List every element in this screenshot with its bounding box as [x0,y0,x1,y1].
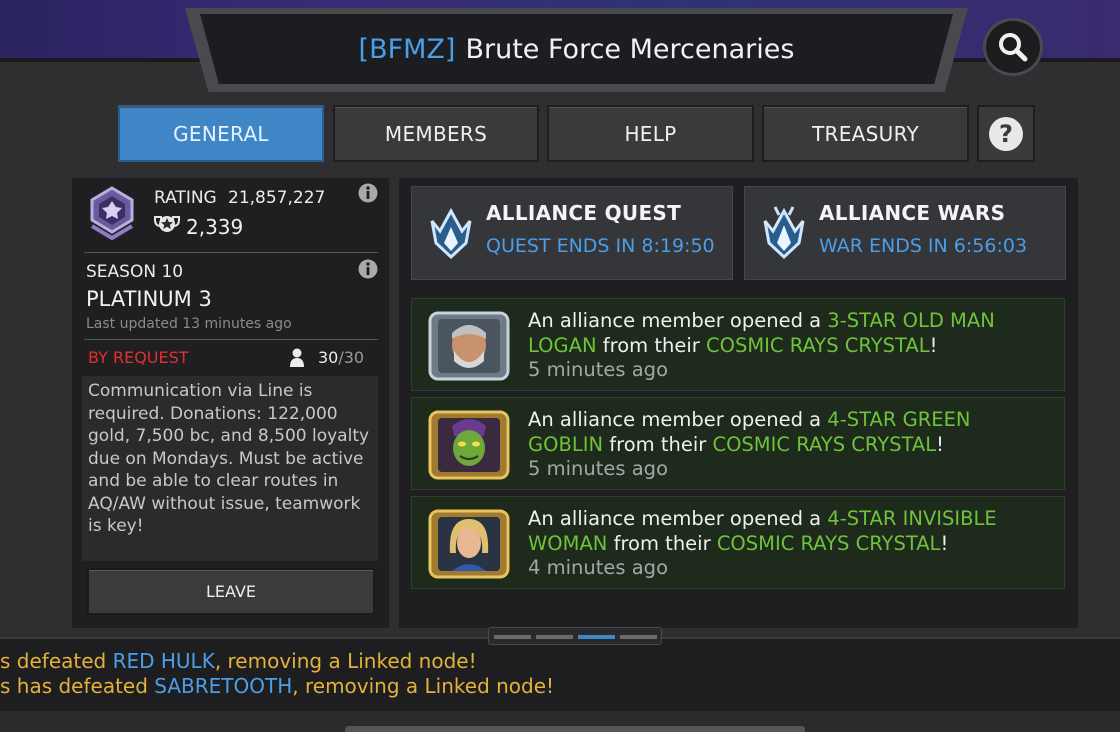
tier-label: PLATINUM 3 [86,287,212,311]
invisible-woman-portrait [428,509,510,579]
champion-name: SABRETOOTH [154,674,293,698]
join-mode-label: BY REQUEST [88,348,189,367]
feed-timestamp: 5 minutes ago [528,358,668,381]
tab-general[interactable]: GENERAL [118,105,324,162]
feed-timestamp: 5 minutes ago [528,457,668,480]
feed-message: An alliance member opened a 3-STAR OLD M… [528,309,995,381]
alliance-tag: [BFMZ] [358,33,456,65]
alliance-wars-icon [763,206,805,260]
page-indicator [488,627,662,645]
event-title: ALLIANCE QUEST [486,201,682,225]
feed-item[interactable]: An alliance member opened a 4-STAR GREEN… [411,397,1065,490]
feed-timestamp: 4 minutes ago [528,556,668,579]
champion-name: RED HULK [112,649,215,673]
leave-button[interactable]: LEAVE [87,568,375,615]
page-dot[interactable] [494,635,531,639]
alliance-description: Communication via Line is required. Dona… [82,376,378,561]
member-icon [290,348,304,367]
crystal-name: COSMIC RAYS CRYSTAL [716,531,941,555]
member-count: 30/30 [318,348,365,367]
trophy-value: 2,339 [186,215,244,239]
feed-message: An alliance member opened a 4-STAR GREEN… [528,408,971,480]
ticker-message: s has defeated SABRETOOTH, removing a Li… [0,674,555,698]
alliance-name: Brute Force Mercenaries [465,33,795,65]
tab-help[interactable]: HELP [547,105,754,162]
question-mark-icon: ? [989,116,1023,151]
crystal-name: COSMIC RAYS CRYSTAL [705,333,930,357]
trophy-star-icon [154,216,180,232]
page-dot[interactable] [620,635,657,639]
feed-item[interactable]: An alliance member opened a 3-STAR OLD M… [411,298,1065,391]
green-goblin-portrait [428,410,510,480]
alliance-wars-card[interactable]: ALLIANCE WARS WAR ENDS IN 6:56:03 [744,186,1066,280]
tab-members[interactable]: MEMBERS [333,105,539,162]
bottom-drawer-handle[interactable] [345,726,805,732]
season-divider [84,339,378,340]
season-label: SEASON 10 [86,262,184,282]
event-timer: QUEST ENDS IN 8:19:50 [486,235,715,257]
feed-item[interactable]: An alliance member opened a 4-STAR INVIS… [411,496,1065,589]
page-dot-active[interactable] [578,635,615,639]
rating-label: RATING [154,188,217,208]
rating-value: 21,857,227 [228,188,326,208]
alliance-title: [BFMZ] Brute Force Mercenaries [200,14,953,84]
old-man-logan-portrait [428,311,510,381]
page-dot[interactable] [536,635,573,639]
alliance-quest-icon [430,207,472,260]
event-ticker: s defeated RED HULK, removing a Linked n… [0,637,1120,711]
info-icon[interactable] [358,259,378,279]
alliance-rank-badge-icon [90,186,134,241]
help-button[interactable]: ? [977,105,1035,162]
search-icon [999,33,1028,62]
last-updated-label: Last updated 13 minutes ago [86,316,292,332]
summary-divider [84,252,378,253]
info-icon[interactable] [358,183,378,203]
search-button[interactable] [983,18,1043,76]
tab-treasury[interactable]: TREASURY [762,105,969,162]
event-title: ALLIANCE WARS [819,201,1006,225]
feed-message: An alliance member opened a 4-STAR INVIS… [528,507,997,579]
crystal-name: COSMIC RAYS CRYSTAL [712,432,937,456]
svg-text:?: ? [999,120,1013,148]
ticker-message: s defeated RED HULK, removing a Linked n… [0,649,477,673]
alliance-quest-card[interactable]: ALLIANCE QUEST QUEST ENDS IN 8:19:50 [411,186,733,280]
event-timer: WAR ENDS IN 6:56:03 [819,235,1028,257]
